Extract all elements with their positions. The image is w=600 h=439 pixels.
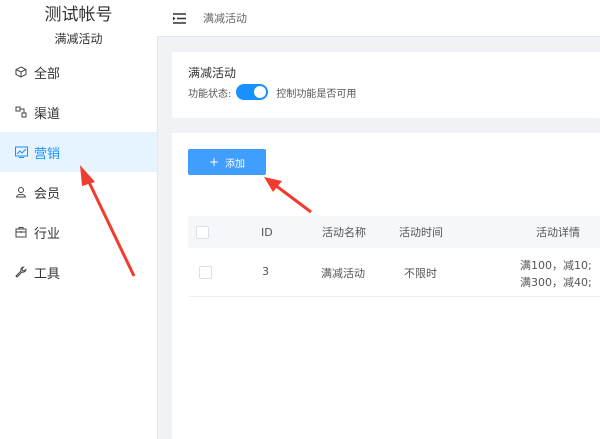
sidebar-item-label: 渠道: [34, 106, 61, 122]
activity-table: ID 活动名称 活动时间 活动详情 3 满减活动 不限时 满100，减10; 满…: [188, 216, 600, 297]
table-row: 3 满减活动 不限时 满100，减10; 满300，减40;: [188, 248, 600, 297]
sidebar-item-tools[interactable]: 工具: [0, 252, 157, 292]
status-hint: 控制功能是否可用: [276, 88, 357, 100]
sidebar-item-all[interactable]: 全部: [0, 52, 157, 92]
row-checkbox[interactable]: [199, 266, 212, 279]
header-id: ID: [261, 225, 273, 239]
row-time: 不限时: [404, 267, 437, 280]
activity-list-card: + 添加 ID 活动名称 活动时间 活动详情 3 满减活动 不限时 满100，减…: [172, 133, 600, 439]
row-id: 3: [262, 265, 269, 278]
plus-icon: +: [208, 155, 220, 169]
sidebar-item-label: 全部: [34, 66, 61, 82]
table-header: ID 活动名称 活动时间 活动详情: [188, 216, 600, 248]
status-row: 功能状态: 控制功能是否可用: [188, 84, 356, 100]
top-bar: 满减活动: [157, 0, 600, 37]
sidebar-item-label: 行业: [34, 226, 61, 242]
add-button-label: 添加: [225, 158, 246, 170]
account-subtitle: 满减活动: [54, 32, 103, 46]
user-icon: [14, 185, 28, 199]
sidebar-nav: 全部 渠道 营销 会员 行业 工具: [0, 52, 157, 292]
breadcrumb: 满减活动: [203, 12, 247, 25]
header-detail: 活动详情: [536, 226, 580, 239]
cube-icon: [14, 65, 28, 79]
chart-icon: [14, 145, 28, 159]
sidebar: 测试帐号 满减活动 全部 渠道 营销 会员 行业 工具: [0, 0, 158, 439]
channel-icon: [14, 105, 28, 119]
sidebar-item-channel[interactable]: 渠道: [0, 92, 157, 132]
header-time: 活动时间: [399, 226, 443, 239]
account-block: 测试帐号 满减活动: [0, 0, 157, 47]
row-name: 满减活动: [321, 267, 365, 280]
status-label: 功能状态:: [188, 88, 232, 100]
add-button[interactable]: + 添加: [188, 149, 266, 175]
feature-switch[interactable]: [236, 84, 269, 100]
wrench-icon: [14, 265, 28, 279]
sidebar-item-label: 工具: [34, 266, 61, 282]
account-name: 测试帐号: [44, 5, 113, 25]
sidebar-item-member[interactable]: 会员: [0, 172, 157, 212]
feature-status-card: 满减活动 功能状态: 控制功能是否可用: [172, 52, 600, 118]
sidebar-item-label: 会员: [34, 186, 61, 202]
menu-toggle-icon[interactable]: [173, 11, 187, 25]
row-detail-line1: 满100，减10;: [520, 259, 592, 272]
switch-knob: [254, 86, 267, 98]
header-name: 活动名称: [322, 226, 366, 239]
select-all-checkbox[interactable]: [196, 226, 209, 239]
sidebar-item-marketing[interactable]: 营销: [0, 132, 157, 172]
briefcase-icon: [14, 225, 28, 239]
panel-title: 满减活动: [188, 66, 237, 80]
sidebar-item-industry[interactable]: 行业: [0, 212, 157, 252]
sidebar-item-label: 营销: [34, 146, 61, 162]
row-detail-line2: 满300，减40;: [520, 276, 592, 289]
